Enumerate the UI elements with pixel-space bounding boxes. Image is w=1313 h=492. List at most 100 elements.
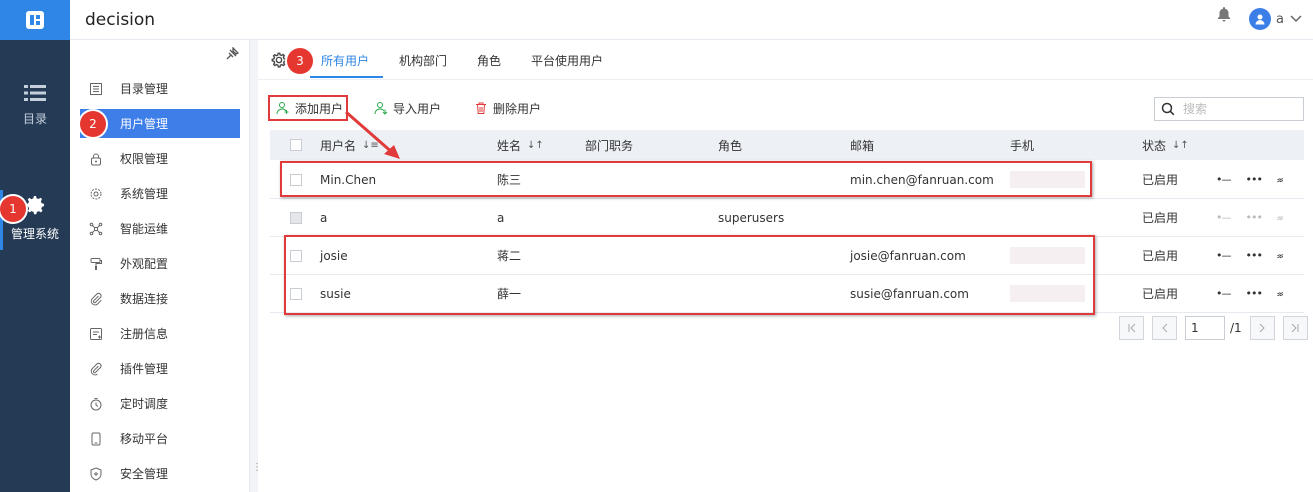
sidebar-item-label: 智能运维 — [120, 222, 169, 236]
gear-icon — [88, 186, 104, 202]
prev-page-button[interactable] — [1152, 316, 1177, 340]
search-box[interactable] — [1154, 97, 1304, 121]
cell-role: superusers — [718, 210, 785, 225]
lock-icon — [88, 151, 104, 167]
shield-icon — [88, 466, 104, 482]
edit-icon[interactable]: •–– — [1216, 173, 1231, 186]
tab-all-users[interactable]: 所有用户 — [321, 52, 369, 69]
sidebar-item-appearance[interactable]: 外观配置 — [80, 249, 240, 278]
cell-status: 已启用 — [1142, 249, 1179, 263]
last-page-button[interactable] — [1282, 316, 1308, 340]
top-bar: decision a — [70, 0, 1313, 40]
select-all-checkbox[interactable] — [290, 139, 302, 151]
sidebar-item-label: 权限管理 — [120, 152, 169, 166]
sidebar-item-security[interactable]: 安全管理 — [80, 459, 240, 488]
tab-departments[interactable]: 机构部门 — [399, 52, 447, 69]
edit-icon[interactable]: •–– — [1216, 249, 1231, 262]
register-icon — [88, 326, 104, 342]
edit-icon[interactable]: •–– — [1216, 287, 1231, 300]
annotation-badge-1: 1 — [0, 196, 26, 222]
sidebar-item-label: 系统管理 — [120, 187, 169, 201]
app-logo[interactable] — [0, 0, 70, 40]
paint-roller-icon — [88, 256, 104, 272]
sidebar-item-label: 用户管理 — [120, 117, 169, 131]
catalog-icon — [88, 81, 104, 97]
col-role: 角色 — [718, 130, 742, 160]
add-user-label: 添加用户 — [295, 101, 344, 116]
bell-icon[interactable] — [1217, 6, 1231, 22]
user-name[interactable]: a — [1276, 12, 1284, 27]
search-input[interactable] — [1183, 102, 1293, 116]
chevron-left-icon — [1161, 323, 1167, 333]
timer-icon — [88, 396, 104, 412]
rail-item-label: 目录 — [22, 112, 47, 126]
network-icon — [88, 221, 104, 237]
toggle-icon: ⸗⸗ — [1276, 211, 1283, 224]
rail-item-catalog[interactable]: 目录 — [0, 84, 70, 127]
col-name-label: 姓名 — [497, 138, 522, 153]
sidebar-item-plugins[interactable]: 插件管理 — [80, 354, 240, 383]
settings-gear-icon[interactable] — [270, 51, 288, 69]
logo-icon — [26, 11, 44, 29]
cell-status: 已启用 — [1142, 287, 1179, 301]
table-row[interactable]: a a superusers 已启用 •–– ••• ⸗⸗ — [270, 199, 1304, 237]
sidebar-item-label: 安全管理 — [120, 467, 169, 481]
tab-roles[interactable]: 角色 — [477, 52, 501, 69]
first-page-button[interactable] — [1119, 316, 1144, 340]
tab-platform-users[interactable]: 平台使用用户 — [531, 52, 603, 69]
sidebar-item-label: 定时调度 — [120, 397, 169, 411]
more-icon[interactable]: ••• — [1246, 173, 1263, 186]
annotation-badge-3: 3 — [287, 48, 313, 74]
chevron-right-icon — [1259, 323, 1265, 333]
sidebar-item-ops[interactable]: 智能运维 — [80, 214, 240, 243]
sort-icon[interactable]: ↓↑ — [527, 140, 544, 151]
pin-icon[interactable] — [225, 47, 239, 61]
delete-user-button[interactable]: 删除用户 — [474, 95, 541, 121]
mobile-icon — [88, 431, 104, 447]
tab-bar: 所有用户 机构部门 角色 平台使用用户 — [258, 40, 1313, 80]
next-page-button[interactable] — [1249, 316, 1275, 340]
sidebar-item-permission[interactable]: 权限管理 — [80, 144, 240, 173]
sidebar-item-label: 移动平台 — [120, 432, 169, 446]
chevron-down-icon[interactable] — [1289, 11, 1303, 25]
add-user-button[interactable]: 添加用户 — [268, 95, 348, 121]
sidebar-item-data-connection[interactable]: 数据连接 — [80, 284, 240, 313]
page-total: /1 — [1230, 321, 1242, 335]
cell-status: 已启用 — [1142, 173, 1179, 187]
nav-rail: 目录 管理系统 — [0, 0, 70, 492]
tab-active-indicator — [310, 76, 383, 78]
annotation-badge-2: 2 — [80, 111, 106, 137]
sidebar-item-label: 数据连接 — [120, 292, 169, 306]
annotation-arrow-icon — [345, 110, 400, 159]
col-phone-label: 手机 — [1010, 138, 1035, 153]
list-icon — [24, 85, 46, 101]
toggle-icon[interactable]: ⸗⸗ — [1277, 249, 1283, 262]
row-checkbox — [290, 211, 302, 224]
sort-icon[interactable]: ↓↑ — [1172, 140, 1189, 151]
page-number-input[interactable] — [1185, 316, 1225, 340]
more-icon[interactable]: ••• — [1246, 249, 1263, 262]
user-avatar-icon — [1255, 14, 1265, 25]
col-email: 邮箱 — [850, 130, 874, 160]
sidebar-item-register[interactable]: 注册信息 — [80, 319, 240, 348]
col-status[interactable]: 状态 ↓↑ — [1142, 130, 1189, 160]
more-icon[interactable]: ••• — [1246, 287, 1263, 300]
last-page-icon — [1291, 323, 1299, 333]
sidebar-item-system[interactable]: 系统管理 — [80, 179, 240, 208]
col-status-label: 状态 — [1142, 138, 1167, 153]
toggle-icon[interactable]: ⸗⸗ — [1277, 287, 1283, 300]
sidebar-item-scheduler[interactable]: 定时调度 — [80, 389, 240, 418]
cell-username: a — [320, 210, 328, 225]
sidebar-item-mobile[interactable]: 移动平台 — [80, 424, 240, 453]
delete-user-label: 删除用户 — [493, 101, 542, 116]
sidebar-item-catalog[interactable]: 目录管理 — [80, 74, 240, 103]
col-dept-label: 部门职务 — [585, 138, 634, 153]
cell-status: 已启用 — [1142, 211, 1179, 225]
trash-icon — [476, 102, 486, 114]
col-dept: 部门职务 — [585, 130, 633, 160]
sidebar: 目录管理 用户管理 权限管理 系统管理 智能运维 外观配置 数据连接 注册信息 … — [70, 40, 250, 492]
toggle-icon[interactable]: ⸗⸗ — [1277, 173, 1283, 186]
col-name[interactable]: 姓名 ↓↑ — [497, 130, 544, 160]
first-page-icon — [1128, 323, 1135, 333]
avatar[interactable] — [1249, 8, 1271, 30]
